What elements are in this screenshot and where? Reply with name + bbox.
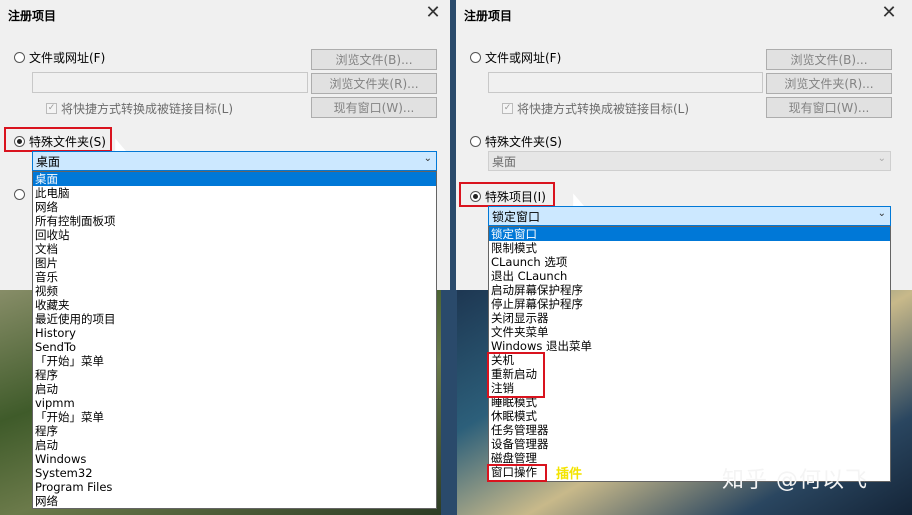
radio-icon[interactable] xyxy=(470,52,481,63)
list-item[interactable]: 回收站 xyxy=(33,228,436,242)
checkbox-icon[interactable]: ✓ xyxy=(46,103,57,114)
list-item[interactable]: 网络 xyxy=(33,494,436,508)
list-item[interactable]: Program Files xyxy=(33,480,436,494)
chevron-down-icon[interactable]: ⌄ xyxy=(424,153,432,164)
radio-file-or-url[interactable]: 文件或网址(F) xyxy=(470,49,561,66)
special-folder-dropdown-list[interactable]: 桌面 此电脑 网络 所有控制面板项 回收站 文档 图片 音乐 视频 收藏夹 最近使用的项目 Histo… xyxy=(32,171,437,509)
radio-special-item-partial[interactable] xyxy=(14,189,25,200)
list-item[interactable]: 音乐 xyxy=(33,270,436,284)
list-item[interactable]: 「开始」菜单 xyxy=(33,354,436,368)
chevron-down-icon[interactable]: ⌄ xyxy=(878,208,886,219)
highlight-box xyxy=(4,127,112,152)
dialog-title: 注册项目 xyxy=(8,9,57,23)
radio-label: 文件或网址(F) xyxy=(29,51,106,65)
list-item[interactable]: 锁定窗口 xyxy=(489,227,890,241)
special-folder-combo[interactable]: 桌面 ⌄ xyxy=(32,151,437,171)
list-item[interactable]: 睡眠模式 xyxy=(489,395,890,409)
list-item[interactable]: 启动屏幕保护程序 xyxy=(489,283,890,297)
radio-icon[interactable] xyxy=(14,52,25,63)
list-item[interactable]: Windows xyxy=(33,452,436,466)
file-url-input[interactable] xyxy=(488,72,763,93)
list-item[interactable]: 注销 xyxy=(489,381,890,395)
plugin-annotation: 插件 xyxy=(556,467,583,482)
list-item[interactable]: 图片 xyxy=(33,256,436,270)
list-item[interactable]: CLaunch 选项 xyxy=(489,255,890,269)
close-icon[interactable]: ✕ xyxy=(878,2,900,24)
radio-label: 特殊文件夹(S) xyxy=(485,135,562,149)
checkbox-label: 将快捷方式转换成被链接目标(L) xyxy=(517,102,690,116)
list-item[interactable]: Windows 退出菜单 xyxy=(489,339,890,353)
list-item[interactable]: 「开始」菜单 xyxy=(33,410,436,424)
radio-icon[interactable] xyxy=(14,189,25,200)
list-item[interactable]: vipmm xyxy=(33,396,436,410)
radio-label: 文件或网址(F) xyxy=(485,51,562,65)
list-item[interactable]: 网络 xyxy=(33,200,436,214)
list-item[interactable]: 启动 xyxy=(33,438,436,452)
close-icon[interactable]: ✕ xyxy=(422,2,444,24)
dialog-title: 注册项目 xyxy=(464,9,513,23)
special-item-dropdown-list[interactable]: 锁定窗口 限制模式 CLaunch 选项 退出 CLaunch 启动屏幕保护程序 停止屏幕… xyxy=(488,226,891,482)
list-item[interactable]: 关机 xyxy=(489,353,890,367)
list-item[interactable]: 程序 xyxy=(33,424,436,438)
list-item[interactable]: 启动 xyxy=(33,382,436,396)
list-item[interactable]: 所有控制面板项 xyxy=(33,214,436,228)
highlight-box-window-ops xyxy=(487,464,547,482)
browse-file-button[interactable]: 浏览文件(B)... xyxy=(766,49,892,70)
list-item[interactable]: 休眠模式 xyxy=(489,409,890,423)
list-item[interactable]: 桌面 xyxy=(33,172,436,186)
special-item-combo[interactable]: 锁定窗口 ⌄ xyxy=(488,206,891,226)
combo-value: 桌面 xyxy=(492,154,517,169)
shortcut-target-checkbox-row[interactable]: ✓ 将快捷方式转换成被链接目标(L) xyxy=(46,100,233,117)
list-item[interactable]: 限制模式 xyxy=(489,241,890,255)
list-item[interactable]: 程序 xyxy=(33,368,436,382)
radio-special-folder[interactable]: 特殊文件夹(S) xyxy=(470,133,562,150)
combo-value: 锁定窗口 xyxy=(492,209,541,224)
special-folder-combo: 桌面 ⌄ xyxy=(488,151,891,171)
existing-window-button[interactable]: 现有窗口(W)... xyxy=(311,97,437,118)
highlight-box xyxy=(459,182,555,207)
list-item[interactable]: 此电脑 xyxy=(33,186,436,200)
watermark: 知乎 @何以飞 xyxy=(722,468,868,493)
checkbox-icon[interactable]: ✓ xyxy=(502,103,513,114)
file-url-input[interactable] xyxy=(32,72,308,93)
list-item[interactable]: 最近使用的项目 xyxy=(33,312,436,326)
list-item[interactable]: 任务管理器 xyxy=(489,423,890,437)
shortcut-target-checkbox-row[interactable]: ✓ 将快捷方式转换成被链接目标(L) xyxy=(502,100,689,117)
list-item[interactable]: 文档 xyxy=(33,242,436,256)
list-item[interactable]: 关闭显示器 xyxy=(489,311,890,325)
radio-file-or-url[interactable]: 文件或网址(F) xyxy=(14,49,105,66)
list-item[interactable]: 设备管理器 xyxy=(489,437,890,451)
list-item[interactable]: System32 xyxy=(33,466,436,480)
combo-value: 桌面 xyxy=(36,154,61,169)
list-item[interactable]: 文件夹菜单 xyxy=(489,325,890,339)
list-item[interactable]: 视频 xyxy=(33,284,436,298)
highlight-box-power-items xyxy=(487,352,545,398)
chevron-down-icon: ⌄ xyxy=(877,153,886,164)
existing-window-button[interactable]: 现有窗口(W)... xyxy=(766,97,892,118)
browse-folder-button[interactable]: 浏览文件夹(R)... xyxy=(311,73,437,94)
list-item[interactable]: 收藏夹 xyxy=(33,298,436,312)
checkbox-label: 将快捷方式转换成被链接目标(L) xyxy=(61,102,234,116)
list-item[interactable]: 重新启动 xyxy=(489,367,890,381)
browse-file-button[interactable]: 浏览文件(B)... xyxy=(311,49,437,70)
list-item[interactable]: SendTo xyxy=(33,340,436,354)
list-item[interactable]: 停止屏幕保护程序 xyxy=(489,297,890,311)
radio-icon[interactable] xyxy=(470,136,481,147)
browse-folder-button[interactable]: 浏览文件夹(R)... xyxy=(766,73,892,94)
list-item[interactable]: 退出 CLaunch xyxy=(489,269,890,283)
list-item[interactable]: History xyxy=(33,326,436,340)
